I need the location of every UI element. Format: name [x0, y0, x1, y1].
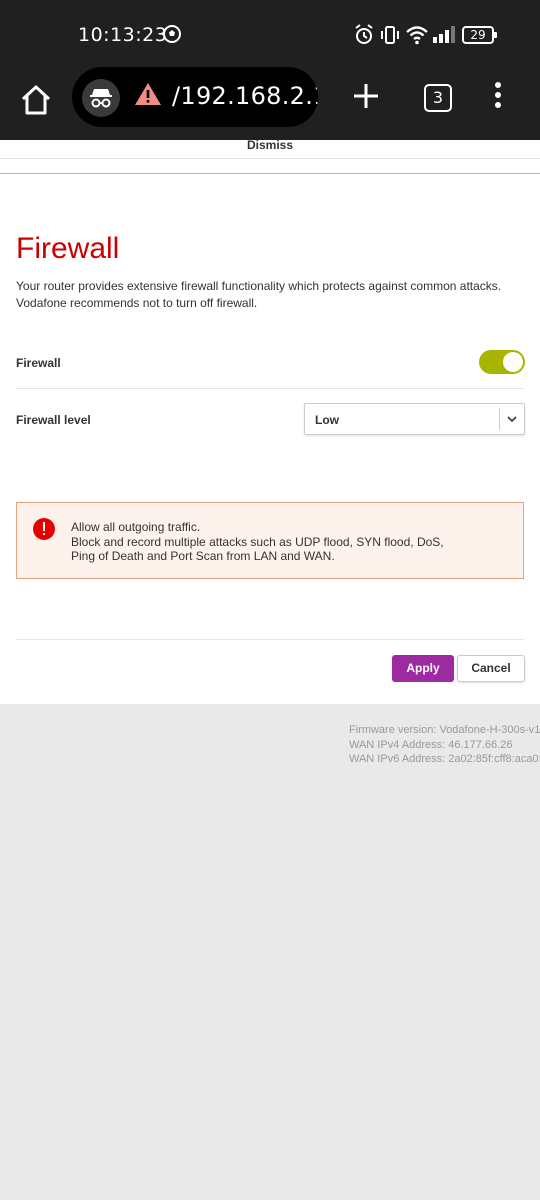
alert-text: Allow all outgoing traffic. Block and re… — [71, 520, 444, 564]
page-title: Firewall — [16, 232, 120, 265]
wan-ipv4-address: WAN IPv4 Address: 46.177.66.26 — [349, 738, 513, 751]
clock: 10:13:23 — [78, 24, 168, 46]
footer-info: Firmware version: Vodafone-H-300s-v1.2 W… — [349, 723, 540, 767]
page-description: Your router provides extensive firewall … — [16, 278, 526, 312]
more-vert-icon[interactable] — [490, 82, 506, 112]
divider — [16, 388, 524, 389]
apply-button[interactable]: Apply — [392, 655, 454, 682]
select-value: Low — [315, 413, 339, 427]
plus-icon[interactable] — [350, 80, 382, 112]
url-text: /192.168.2.1 — [172, 82, 318, 110]
wan-ipv6-address: WAN IPv6 Address: 2a02:85f:cff8:aca0:a — [349, 753, 540, 765]
info-alert: Allow all outgoing traffic. Block and re… — [16, 502, 524, 579]
cancel-button[interactable]: Cancel — [457, 655, 525, 682]
status-bar: 10:13:23 29 — [0, 0, 540, 70]
incognito-icon — [82, 79, 120, 117]
alert-line: Ping of Death and Port Scan from LAN and… — [71, 549, 335, 563]
tab-switcher-button[interactable]: 3 — [424, 84, 452, 112]
vibrate-icon — [381, 26, 399, 44]
select-separator — [499, 408, 500, 430]
address-bar[interactable]: /192.168.2.1 — [72, 67, 318, 127]
soccer-ball-icon — [163, 25, 181, 43]
signal-icon — [433, 26, 455, 43]
alarm-icon — [355, 24, 373, 44]
dismiss-button[interactable]: Dismiss — [0, 138, 540, 152]
warning-icon[interactable] — [134, 81, 162, 107]
exclamation-icon — [33, 518, 55, 540]
chevron-down-icon — [507, 416, 517, 423]
battery-icon: 29 — [462, 26, 497, 44]
alert-line: Allow all outgoing traffic. — [71, 520, 201, 534]
firewall-toggle[interactable] — [479, 350, 525, 374]
firmware-version: Firmware version: Vodafone-H-300s-v1.2 — [349, 724, 540, 736]
browser-toolbar: /192.168.2.1 3 — [0, 67, 540, 140]
banner-strip: Dismiss — [0, 138, 540, 174]
description-line: Your router provides extensive firewall … — [16, 279, 502, 293]
firewall-level-label: Firewall level — [16, 413, 91, 427]
page-content: Dismiss Firewall Your router provides ex… — [0, 138, 540, 704]
toggle-knob — [503, 352, 523, 372]
firewall-label: Firewall — [16, 356, 61, 370]
wifi-icon — [406, 26, 428, 45]
home-icon[interactable] — [18, 82, 54, 118]
alert-line: Block and record multiple attacks such a… — [71, 534, 444, 549]
description-line: Vodafone recommends not to turn off fire… — [16, 296, 258, 310]
divider — [16, 639, 524, 640]
firewall-level-select[interactable]: Low — [304, 403, 525, 435]
